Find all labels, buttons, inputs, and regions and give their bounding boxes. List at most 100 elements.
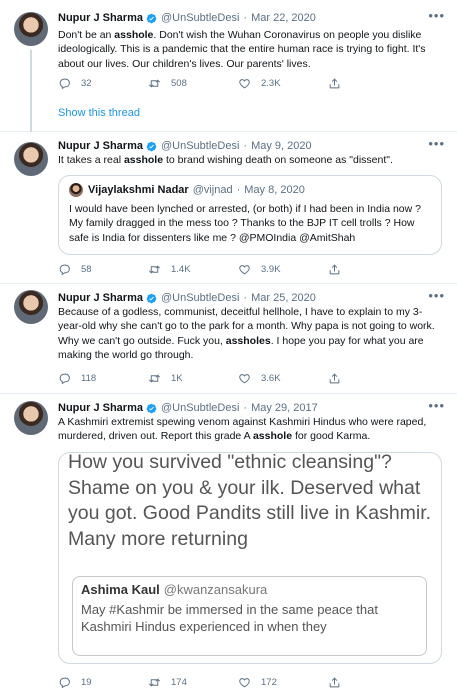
more-options-icon[interactable]: ••• bbox=[428, 288, 445, 303]
quoted-text: I would have been lynched or arrested, (… bbox=[69, 203, 421, 244]
separator-dot: · bbox=[243, 140, 248, 152]
reply-count: 32 bbox=[81, 77, 92, 89]
verified-badge-icon bbox=[146, 293, 157, 304]
image-embedded-handle: @kwanzansakura bbox=[163, 582, 268, 597]
reply-button[interactable]: 58 bbox=[58, 263, 148, 276]
quoted-avatar bbox=[69, 183, 83, 197]
quoted-author-handle: @vijnad bbox=[192, 184, 233, 196]
more-options-icon[interactable]: ••• bbox=[428, 8, 445, 23]
author-name[interactable]: Nupur J Sharma bbox=[58, 402, 143, 414]
image-embedded-card: Ashima Kaul @kwanzansakura May #Kashmir b… bbox=[72, 576, 427, 656]
avatar[interactable] bbox=[14, 401, 48, 435]
reply-button[interactable]: 19 bbox=[58, 676, 148, 689]
reply-count: 118 bbox=[81, 372, 97, 384]
like-button[interactable]: 172 bbox=[238, 676, 328, 689]
reply-button[interactable]: 118 bbox=[58, 372, 148, 385]
retweet-button[interactable]: 1.4K bbox=[148, 263, 238, 276]
share-icon bbox=[328, 372, 341, 385]
image-embedded-name: Ashima Kaul bbox=[81, 582, 160, 597]
author-handle[interactable]: @UnSubtleDesi bbox=[161, 292, 239, 304]
separator-dot: · bbox=[236, 184, 241, 196]
share-button[interactable] bbox=[328, 372, 418, 385]
quoted-tweet[interactable]: Vijaylakshmi Nadar @vijnad · May 8, 2020… bbox=[58, 175, 442, 255]
verified-badge-icon bbox=[146, 13, 157, 24]
author-name[interactable]: Nupur J Sharma bbox=[58, 12, 143, 24]
retweet-count: 174 bbox=[171, 676, 187, 688]
reply-icon bbox=[58, 372, 71, 385]
retweet-button[interactable]: 174 bbox=[148, 676, 238, 689]
reply-button[interactable]: 32 bbox=[58, 77, 148, 90]
tweet-text: Because of a godless, communist, deceitf… bbox=[58, 306, 435, 361]
avatar[interactable] bbox=[14, 12, 48, 46]
reply-icon bbox=[58, 676, 71, 689]
retweet-button[interactable]: 1K bbox=[148, 372, 238, 385]
like-button[interactable]: 3.9K bbox=[238, 263, 328, 276]
tweet-date[interactable]: Mar 25, 2020 bbox=[251, 292, 316, 304]
tweet-actions: 118 1K 3.6K bbox=[58, 371, 418, 385]
quoted-author-name: Vijaylakshmi Nadar bbox=[88, 184, 189, 196]
tweet-2[interactable]: Nupur J Sharma @UnSubtleDesi · May 9, 20… bbox=[0, 132, 457, 284]
retweet-button[interactable]: 508 bbox=[148, 77, 238, 90]
avatar[interactable] bbox=[14, 142, 48, 176]
tweet-actions: 19 174 172 bbox=[58, 675, 418, 689]
tweet-actions: 58 1.4K 3.9K bbox=[58, 262, 418, 276]
verified-badge-icon bbox=[146, 141, 157, 152]
highlighted-word: assholes bbox=[225, 334, 271, 347]
quoted-date: May 8, 2020 bbox=[244, 184, 305, 196]
tweet-date[interactable]: Mar 22, 2020 bbox=[251, 12, 316, 24]
tweet-text: Don't be an asshole. Don't wish the Wuha… bbox=[58, 29, 426, 70]
verified-badge-icon bbox=[146, 403, 157, 414]
retweet-count: 1.4K bbox=[171, 263, 191, 275]
retweet-count: 508 bbox=[171, 77, 187, 89]
tweet-image[interactable]: How you survived "ethnic cleansing"? Sha… bbox=[58, 452, 442, 664]
heart-icon bbox=[238, 676, 251, 689]
highlighted-word: asshole bbox=[123, 154, 164, 166]
reply-icon bbox=[58, 77, 71, 90]
highlighted-word: asshole bbox=[114, 29, 154, 41]
thread-connector bbox=[30, 50, 32, 132]
heart-icon bbox=[238, 372, 251, 385]
separator-dot: · bbox=[243, 402, 248, 414]
heart-icon bbox=[238, 263, 251, 276]
separator-dot: · bbox=[243, 292, 248, 304]
author-handle[interactable]: @UnSubtleDesi bbox=[161, 12, 239, 24]
more-options-icon[interactable]: ••• bbox=[428, 136, 445, 151]
like-count: 172 bbox=[261, 676, 277, 688]
like-count: 3.9K bbox=[261, 263, 281, 275]
retweet-icon bbox=[148, 676, 161, 689]
highlighted-word: asshole bbox=[252, 430, 293, 443]
tweet-1[interactable]: Nupur J Sharma @UnSubtleDesi · Mar 22, 2… bbox=[0, 0, 457, 132]
author-handle[interactable]: @UnSubtleDesi bbox=[161, 140, 239, 152]
like-button[interactable]: 2.3K bbox=[238, 77, 328, 90]
like-button[interactable]: 3.6K bbox=[238, 372, 328, 385]
share-icon bbox=[328, 676, 341, 689]
avatar[interactable] bbox=[14, 290, 48, 324]
tweet-actions: 32 508 2.3K bbox=[58, 76, 418, 90]
share-button[interactable] bbox=[328, 263, 418, 276]
retweet-icon bbox=[148, 263, 161, 276]
heart-icon bbox=[238, 77, 251, 90]
more-options-icon[interactable]: ••• bbox=[428, 398, 445, 413]
share-button[interactable] bbox=[328, 77, 418, 90]
tweet-3[interactable]: Nupur J Sharma @UnSubtleDesi · Mar 25, 2… bbox=[0, 284, 457, 394]
retweet-count: 1K bbox=[171, 372, 183, 384]
reply-count: 58 bbox=[81, 263, 92, 275]
share-icon bbox=[328, 77, 341, 90]
separator-dot: · bbox=[243, 12, 248, 24]
author-name[interactable]: Nupur J Sharma bbox=[58, 140, 143, 152]
tweet-date[interactable]: May 9, 2020 bbox=[251, 140, 312, 152]
image-embedded-text: May #Kashmir be immersed in the same pea… bbox=[81, 602, 378, 634]
share-button[interactable] bbox=[328, 676, 418, 689]
tweet-4[interactable]: Nupur J Sharma @UnSubtleDesi · May 29, 2… bbox=[0, 394, 457, 694]
reply-icon bbox=[58, 263, 71, 276]
reply-count: 19 bbox=[81, 676, 92, 688]
tweet-text: It takes a real asshole to brand wishing… bbox=[58, 154, 393, 166]
share-icon bbox=[328, 263, 341, 276]
tweet-date[interactable]: May 29, 2017 bbox=[251, 402, 318, 414]
author-handle[interactable]: @UnSubtleDesi bbox=[161, 402, 239, 414]
image-caption-text: How you survived "ethnic cleansing"? Sha… bbox=[68, 452, 432, 550]
show-thread-link[interactable]: Show this thread bbox=[58, 107, 140, 119]
author-name[interactable]: Nupur J Sharma bbox=[58, 292, 143, 304]
retweet-icon bbox=[148, 77, 161, 90]
tweet-text: A Kashmiri extremist spewing venom again… bbox=[58, 416, 427, 443]
